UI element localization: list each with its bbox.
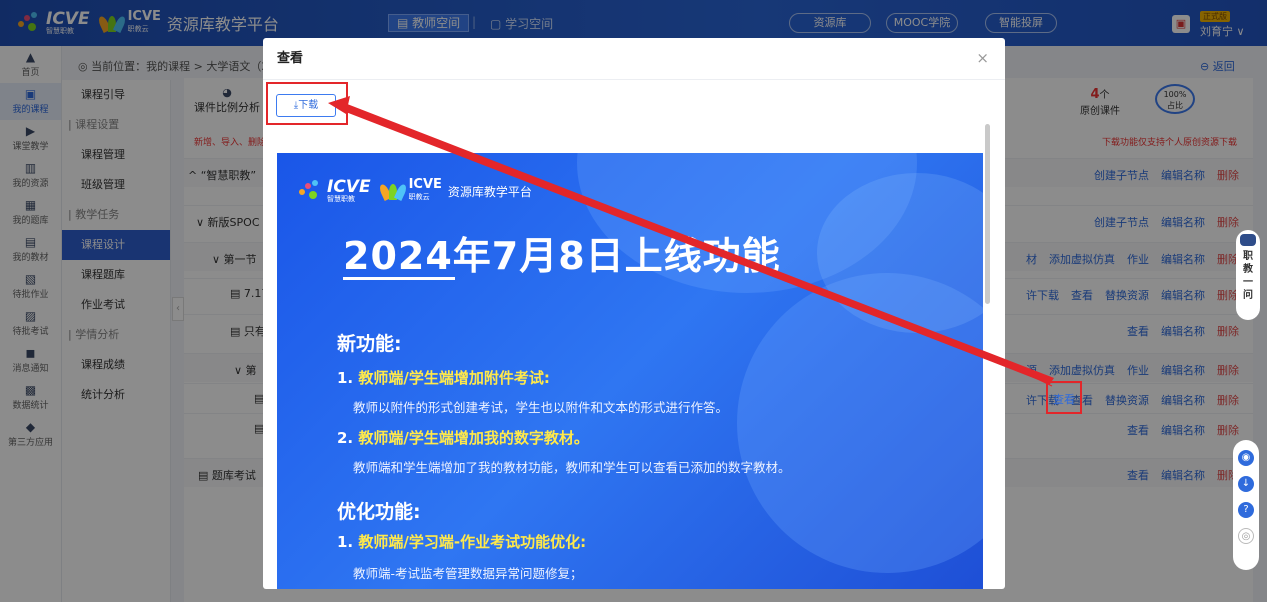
annotation-arrow — [328, 96, 1054, 387]
